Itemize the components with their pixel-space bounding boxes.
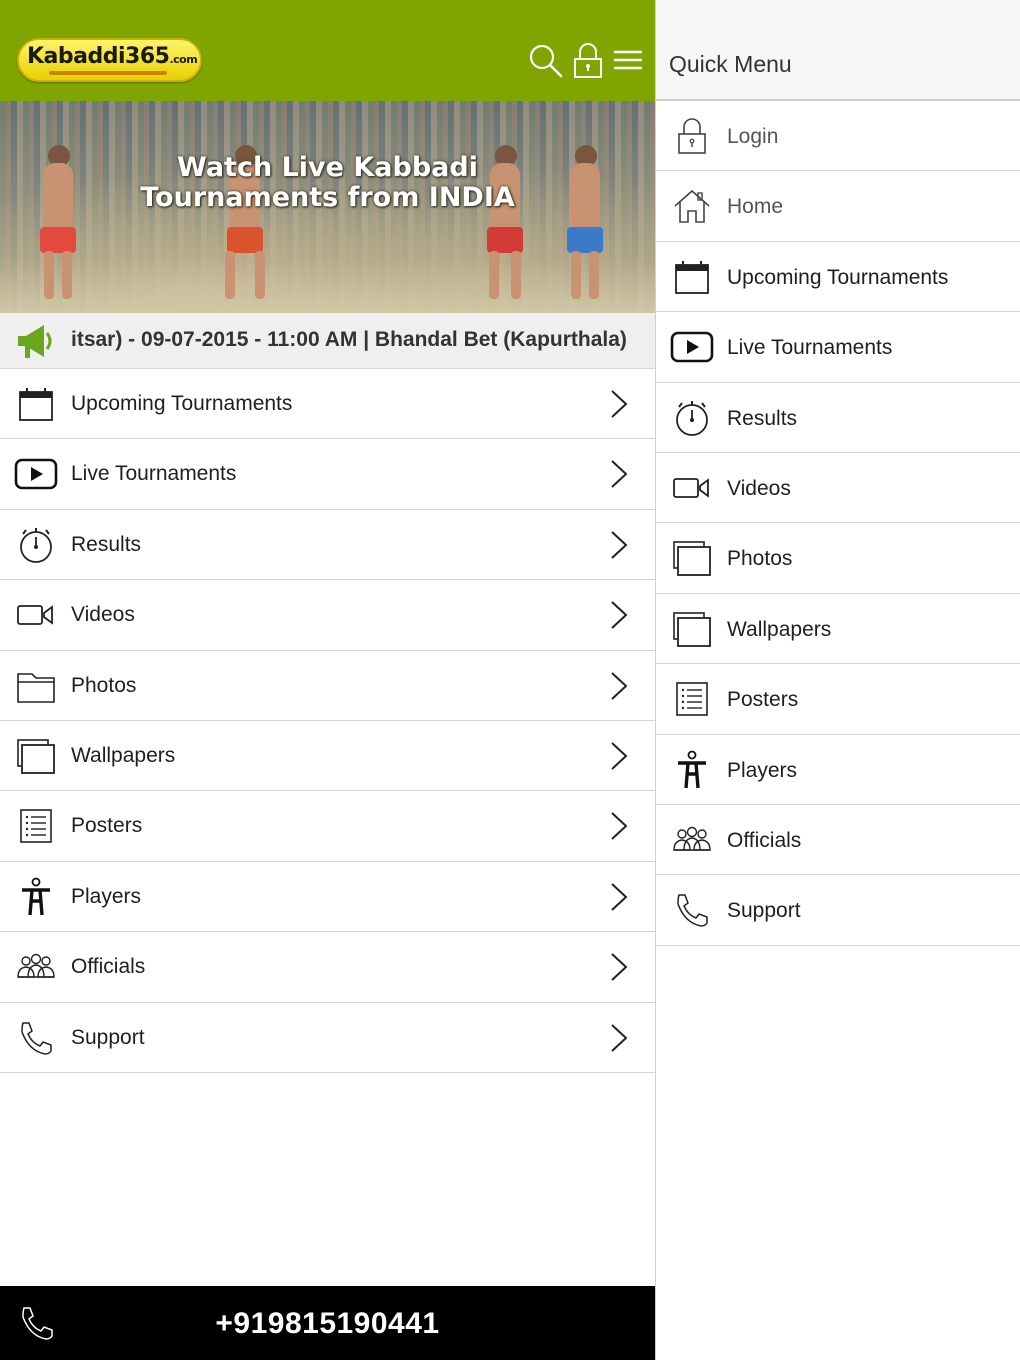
list-icon — [670, 679, 714, 719]
wallpapers-icon — [670, 609, 714, 649]
wallpapers-icon — [14, 736, 58, 776]
player-icon — [670, 750, 714, 790]
quick-menu-list: Login Home Upcoming Tournaments Live Tou… — [656, 101, 1020, 946]
photos-icon — [670, 538, 714, 578]
quick-menu-item-officials[interactable]: Officials — [656, 805, 1020, 876]
lock-icon[interactable] — [568, 40, 608, 80]
quick-menu-item-home[interactable]: Home — [656, 171, 1020, 242]
stopwatch-icon — [670, 398, 714, 438]
stopwatch-icon — [14, 525, 58, 565]
home-icon — [670, 186, 714, 226]
call-bar[interactable]: +919815190441 — [0, 1286, 655, 1360]
calendar-icon — [14, 384, 58, 424]
hero-banner[interactable]: Watch Live Kabbadi Tournaments from INDI… — [0, 101, 655, 313]
chevron-right-icon — [611, 390, 628, 418]
menu-item-label: Officials — [71, 955, 146, 979]
chevron-right-icon — [611, 742, 628, 770]
menu-item-label: Videos — [71, 603, 135, 627]
menu-item-label: Photos — [71, 673, 137, 697]
menu-item-live-tournaments[interactable]: Live Tournaments — [0, 439, 655, 510]
main-screen: Kabaddi365.com Watch Live Kabbadi Tourna… — [0, 0, 655, 1360]
calendar-icon — [670, 257, 714, 297]
quick-menu-item-login[interactable]: Login — [656, 101, 1020, 172]
quick-menu-item-label: Photos — [727, 547, 793, 571]
quick-menu-item-label: Players — [727, 758, 798, 782]
chevron-right-icon — [611, 671, 628, 700]
menu-item-label: Results — [71, 532, 142, 556]
search-icon[interactable] — [525, 40, 565, 80]
menu-item-label: Wallpapers — [71, 743, 176, 767]
officials-group-icon — [14, 947, 58, 987]
ticker-text: itsar) - 09-07-2015 - 11:00 AM | Bhandal… — [71, 328, 627, 351]
quick-menu-item-photos[interactable]: Photos — [656, 523, 1020, 594]
quick-menu-title: Quick Menu — [669, 51, 792, 77]
quick-menu-item-label: Videos — [727, 476, 791, 500]
officials-group-icon — [670, 820, 714, 860]
megaphone-icon — [14, 321, 58, 361]
support-phone-number[interactable]: +919815190441 — [0, 1307, 655, 1341]
chevron-right-icon — [611, 953, 628, 981]
quick-menu-item-results[interactable]: Results — [656, 383, 1020, 453]
quick-menu-item-wallpapers[interactable]: Wallpapers — [656, 594, 1020, 665]
hamburger-menu-icon[interactable] — [608, 40, 648, 80]
menu-item-photos[interactable]: Photos — [0, 650, 655, 721]
quick-menu-item-label: Support — [727, 899, 801, 923]
quick-menu-item-label: Login — [727, 125, 779, 148]
quick-menu-item-players[interactable]: Players — [656, 735, 1020, 805]
quick-menu-item-label: Results — [727, 406, 798, 430]
phone-icon — [670, 890, 714, 930]
menu-item-label: Players — [71, 884, 142, 908]
app-header: Kabaddi365.com — [0, 0, 655, 101]
chevron-right-icon — [611, 531, 628, 559]
menu-item-support[interactable]: Support — [0, 1002, 655, 1073]
play-icon — [14, 454, 58, 494]
quick-menu-item-videos[interactable]: Videos — [656, 453, 1020, 524]
quick-menu-item-label: Posters — [727, 688, 799, 712]
logo-text: Kabaddi365.com — [27, 44, 198, 69]
menu-item-label: Posters — [71, 814, 143, 838]
menu-item-label: Support — [71, 1025, 145, 1049]
menu-item-label: Upcoming Tournaments — [71, 392, 293, 415]
player-icon — [14, 877, 58, 917]
quick-menu-item-upcoming-tournaments[interactable]: Upcoming Tournaments — [656, 242, 1020, 313]
quick-menu-item-label: Upcoming Tournaments — [727, 265, 949, 289]
quick-menu-drawer: Quick Menu Login Home Upcoming Tournamen… — [655, 0, 1020, 1360]
lock-icon — [670, 116, 714, 156]
phone-icon — [14, 1018, 58, 1058]
quick-menu-header: Quick Menu — [656, 0, 1020, 101]
menu-item-wallpapers[interactable]: Wallpapers — [0, 720, 655, 792]
menu-item-posters[interactable]: Posters — [0, 791, 655, 862]
news-ticker[interactable]: itsar) - 09-07-2015 - 11:00 AM | Bhandal… — [0, 313, 655, 369]
video-camera-icon — [14, 595, 58, 635]
quick-menu-item-posters[interactable]: Posters — [656, 664, 1020, 735]
menu-item-videos[interactable]: Videos — [0, 580, 655, 651]
menu-item-results[interactable]: Results — [0, 509, 655, 581]
chevron-right-icon — [611, 1023, 628, 1052]
quick-menu-item-label: Live Tournaments — [727, 336, 893, 360]
play-icon — [670, 327, 714, 367]
banner-title: Watch Live Kabbadi Tournaments from INDI… — [140, 152, 515, 213]
quick-menu-item-support[interactable]: Support — [656, 875, 1020, 946]
menu-item-officials[interactable]: Officials — [0, 932, 655, 1003]
quick-menu-item-label: Home — [727, 195, 784, 219]
logo-tagline-strip — [49, 71, 167, 75]
quick-menu-item-live-tournaments[interactable]: Live Tournaments — [656, 312, 1020, 383]
chevron-right-icon — [611, 460, 628, 489]
app-logo[interactable]: Kabaddi365.com — [17, 38, 202, 82]
quick-menu-item-label: Wallpapers — [727, 617, 832, 641]
chevron-right-icon — [611, 601, 628, 629]
video-camera-icon — [670, 468, 714, 508]
chevron-right-icon — [611, 883, 628, 911]
list-icon — [14, 806, 58, 846]
menu-item-players[interactable]: Players — [0, 861, 655, 933]
chevron-right-icon — [611, 812, 628, 841]
quick-menu-item-label: Officials — [727, 828, 802, 852]
menu-item-upcoming-tournaments[interactable]: Upcoming Tournaments — [0, 369, 655, 440]
menu-item-label: Live Tournaments — [71, 462, 237, 486]
photo-folder-icon — [14, 666, 58, 706]
main-menu-list: Upcoming Tournaments Live Tournaments Re… — [0, 369, 655, 1073]
